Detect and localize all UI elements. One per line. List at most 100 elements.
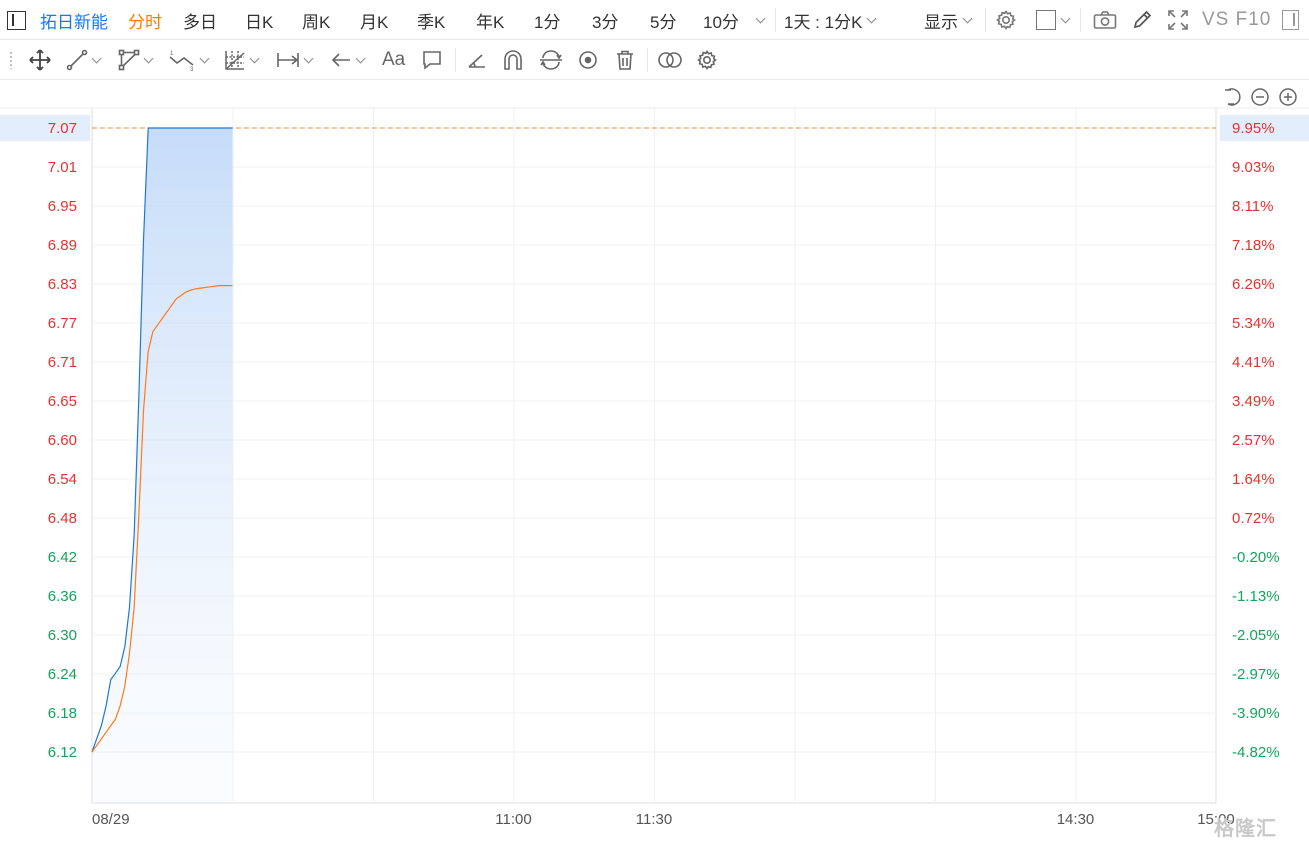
- fib-grid-icon: [225, 51, 245, 70]
- camera-icon[interactable]: [1092, 0, 1118, 40]
- line-segment-icon: [66, 49, 88, 71]
- chevron-down-icon: [199, 53, 210, 63]
- display-menu[interactable]: 显示: [924, 0, 973, 40]
- price-area: [92, 128, 233, 803]
- toolbar-divider: [985, 8, 986, 32]
- percent-tick-label: -2.97%: [1232, 666, 1280, 683]
- arrow-tool[interactable]: [330, 40, 366, 80]
- square-icon: [1035, 10, 1056, 30]
- tab-period-4[interactable]: 月K: [360, 0, 388, 40]
- tab-period-7[interactable]: 1分: [534, 0, 560, 40]
- tab-period-9[interactable]: 5分: [650, 0, 676, 40]
- trash-icon: [617, 50, 633, 70]
- toolbar-divider: [455, 48, 456, 72]
- tab-period-5[interactable]: 季K: [417, 0, 445, 40]
- percent-tick-label: 5.34%: [1232, 315, 1275, 332]
- tab-period-3[interactable]: 周K: [302, 0, 330, 40]
- price-tick-label: 6.65: [48, 393, 77, 410]
- range-measure-icon: [277, 53, 299, 67]
- svg-text:3: 3: [190, 67, 194, 71]
- text-tool[interactable]: Aa: [382, 40, 405, 80]
- compare-tool[interactable]: [657, 40, 683, 80]
- fib-grid-tool[interactable]: [224, 40, 260, 80]
- arrow-icon: [331, 53, 350, 67]
- magnet-tool[interactable]: [502, 40, 524, 80]
- zoom-in-icon[interactable]: [1279, 88, 1297, 106]
- chart-settings[interactable]: [696, 40, 718, 80]
- gear-icon[interactable]: [994, 0, 1018, 40]
- price-tick-label: 6.83: [48, 276, 77, 293]
- tab-period-1[interactable]: 多日: [183, 0, 217, 40]
- chevron-down-icon: [962, 13, 973, 23]
- percent-tick-label: -4.82%: [1232, 744, 1280, 761]
- drag-handle-icon[interactable]: [9, 51, 13, 69]
- percent-tick-label: 2.57%: [1232, 432, 1275, 449]
- cycle-icon: [540, 50, 562, 70]
- percent-tick-label: 3.49%: [1232, 393, 1275, 410]
- price-area-fill: [92, 128, 233, 803]
- undo-icon[interactable]: [1225, 88, 1241, 106]
- move-tool[interactable]: [28, 40, 52, 80]
- zoom-out-icon[interactable]: [1251, 88, 1269, 106]
- percent-tick-label: -0.20%: [1232, 549, 1280, 566]
- price-tick-label: 7.07: [48, 120, 77, 137]
- price-tick-label: 6.18: [48, 705, 77, 722]
- chevron-down-icon: [303, 53, 314, 63]
- tab-period-10[interactable]: 10分: [703, 0, 766, 40]
- tab-period-6[interactable]: 年K: [476, 0, 504, 40]
- delete-tool[interactable]: [614, 40, 636, 80]
- tab-period-8[interactable]: 3分: [592, 0, 618, 40]
- color-select[interactable]: [1032, 0, 1072, 40]
- price-tick-label: 6.12: [48, 744, 77, 761]
- sidebar-toggle-icon[interactable]: [7, 0, 27, 40]
- price-tick-label: 6.48: [48, 510, 77, 527]
- chevron-down-icon[interactable]: [755, 13, 766, 23]
- percent-tick-label: 6.26%: [1232, 276, 1275, 293]
- tab-period-2[interactable]: 日K: [245, 0, 273, 40]
- fullscreen-icon[interactable]: [1166, 0, 1190, 40]
- time-axis: 08/29 11:00 11:30 14:30 15:00: [92, 811, 1235, 828]
- stock-name[interactable]: 拓日新能: [40, 0, 108, 40]
- price-tick-label: 6.42: [48, 549, 77, 566]
- chevron-down-icon: [143, 53, 154, 63]
- percent-tick-label: -2.05%: [1232, 627, 1280, 644]
- angle-tool[interactable]: [466, 40, 488, 80]
- pencil-icon[interactable]: [1130, 0, 1154, 40]
- percent-axis: 9.95% 9.03% 8.11% 7.18% 6.26% 5.34% 4.41% 3.49%…: [1220, 115, 1309, 761]
- polyline-tool[interactable]: [118, 40, 154, 80]
- tab-period-0[interactable]: 分时: [128, 0, 162, 40]
- percent-tick-label: 7.18%: [1232, 237, 1275, 254]
- time-tick-label: 11:00: [495, 811, 531, 828]
- chevron-down-icon: [1060, 13, 1070, 23]
- chevron-down-icon: [355, 53, 366, 63]
- svg-text:1: 1: [170, 51, 174, 57]
- intraday-chart[interactable]: 7.07 7.01 6.95 6.89 6.83 6.77 6.71 6.65 6.60 6.54…: [0, 80, 1309, 846]
- interval-select[interactable]: 1天 : 1分K: [784, 0, 877, 40]
- comment-tool[interactable]: [421, 40, 443, 80]
- panel-toggle-icon[interactable]: [1282, 0, 1299, 40]
- eye-icon: [579, 51, 597, 69]
- move-icon: [29, 49, 51, 71]
- watermark: 格隆汇: [1214, 818, 1277, 840]
- percent-tick-label: 4.41%: [1232, 354, 1275, 371]
- angle-icon: [468, 54, 485, 68]
- percent-tick-label: 9.03%: [1232, 159, 1275, 176]
- vs-f10-button[interactable]: VS F10: [1202, 0, 1271, 40]
- price-tick-label: 6.24: [48, 666, 77, 683]
- comment-icon: [423, 51, 441, 70]
- percent-tick-label: 9.95%: [1232, 120, 1275, 137]
- price-tick-label: 6.30: [48, 627, 77, 644]
- compare-icon: [658, 52, 682, 68]
- chart-controls: [1225, 88, 1297, 106]
- cycle-tool[interactable]: [539, 40, 563, 80]
- percent-tick-label: -1.13%: [1232, 588, 1280, 605]
- percent-tick-label: -3.90%: [1232, 705, 1280, 722]
- price-tick-label: 6.36: [48, 588, 77, 605]
- visibility-toggle[interactable]: [577, 40, 599, 80]
- range-measure-tool[interactable]: [276, 40, 314, 80]
- price-tick-label: 6.71: [48, 354, 77, 371]
- wave-line-tool[interactable]: 13: [168, 40, 210, 80]
- polyline-icon: [118, 49, 140, 71]
- line-segment-tool[interactable]: [66, 40, 102, 80]
- wave-line-icon: 13: [169, 51, 194, 71]
